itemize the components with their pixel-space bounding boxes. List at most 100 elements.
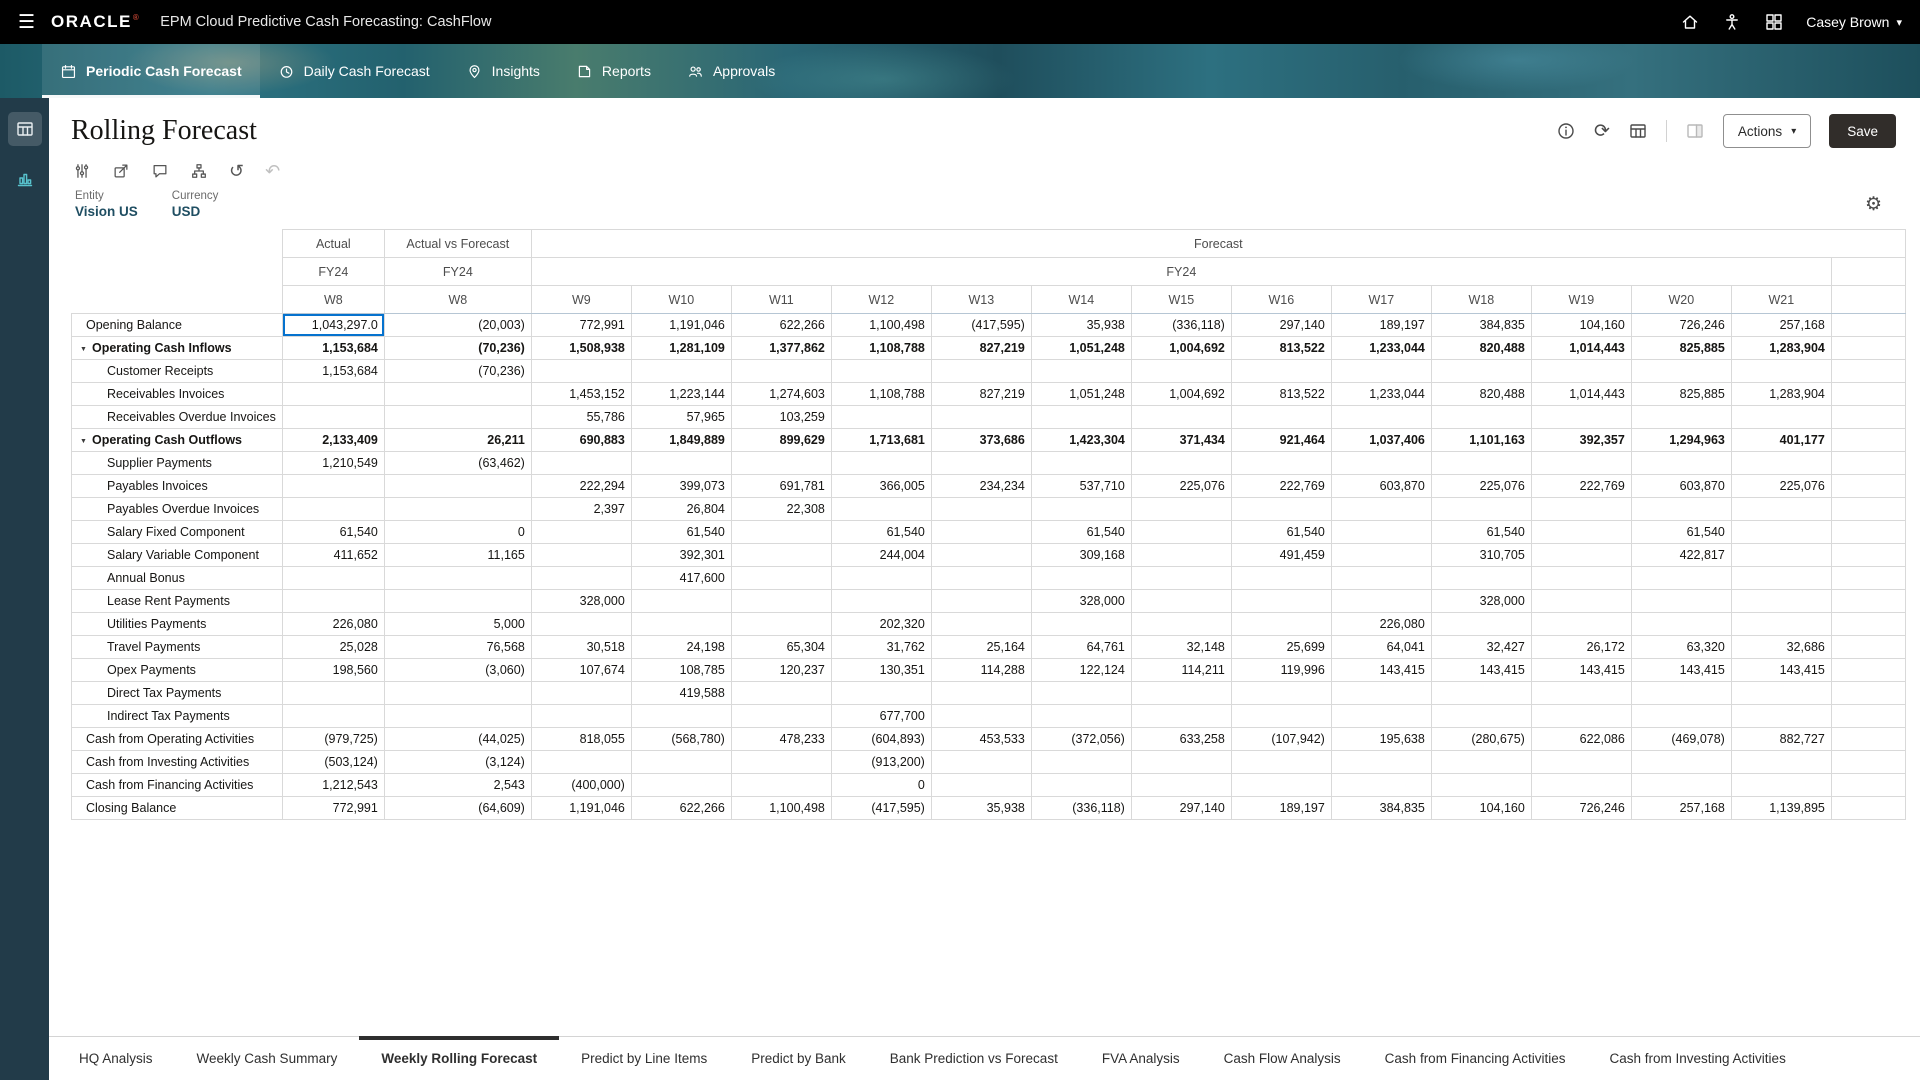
grid-cell[interactable]: 114,288 bbox=[931, 659, 1031, 682]
accessibility-icon[interactable] bbox=[1722, 12, 1742, 32]
grid-cell[interactable]: 1,212,543 bbox=[282, 774, 384, 797]
grid-cell[interactable] bbox=[1331, 705, 1431, 728]
grid-cell[interactable] bbox=[731, 613, 831, 636]
sheet-tab-weekly-rolling-forecast[interactable]: Weekly Rolling Forecast bbox=[359, 1037, 559, 1080]
sheet-tab-weekly-cash-summary[interactable]: Weekly Cash Summary bbox=[175, 1037, 360, 1080]
grid-cell[interactable]: 1,283,904 bbox=[1731, 383, 1831, 406]
grid-cell[interactable]: 104,160 bbox=[1431, 797, 1531, 820]
grid-cell[interactable]: 820,488 bbox=[1431, 383, 1531, 406]
grid-cell[interactable]: 244,004 bbox=[831, 544, 931, 567]
grid-cell[interactable]: (568,780) bbox=[631, 728, 731, 751]
sheet-tab-cash-flow-analysis[interactable]: Cash Flow Analysis bbox=[1202, 1037, 1363, 1080]
grid-cell[interactable]: 622,086 bbox=[1531, 728, 1631, 751]
grid-cell[interactable]: 1,153,684 bbox=[282, 337, 384, 360]
navigator-grid-icon[interactable] bbox=[1764, 12, 1784, 32]
grid-cell[interactable]: 76,568 bbox=[384, 636, 531, 659]
grid-cell[interactable] bbox=[1031, 406, 1131, 429]
grid-cell[interactable]: 1,274,603 bbox=[731, 383, 831, 406]
grid-cell[interactable]: 25,699 bbox=[1231, 636, 1331, 659]
grid-cell[interactable]: 392,301 bbox=[631, 544, 731, 567]
grid-cell[interactable]: 1,108,788 bbox=[831, 383, 931, 406]
grid-cell[interactable] bbox=[1731, 613, 1831, 636]
grid-cell[interactable] bbox=[1031, 613, 1131, 636]
grid-cell[interactable] bbox=[931, 544, 1031, 567]
grid-cell[interactable]: 297,140 bbox=[1231, 314, 1331, 337]
grid-cell[interactable]: 225,076 bbox=[1131, 475, 1231, 498]
grid-cell[interactable]: 11,165 bbox=[384, 544, 531, 567]
grid-cell[interactable] bbox=[931, 498, 1031, 521]
grid-cell[interactable]: 61,540 bbox=[282, 521, 384, 544]
grid-cell[interactable] bbox=[631, 452, 731, 475]
grid-cell[interactable]: 603,870 bbox=[1631, 475, 1731, 498]
grid-cell[interactable] bbox=[1831, 360, 1905, 383]
grid-cell[interactable]: 143,415 bbox=[1631, 659, 1731, 682]
grid-cell[interactable]: 1,233,044 bbox=[1331, 337, 1431, 360]
grid-cell[interactable] bbox=[931, 705, 1031, 728]
grid-cell[interactable] bbox=[1731, 567, 1831, 590]
grid-cell[interactable]: 677,700 bbox=[831, 705, 931, 728]
grid-cell[interactable] bbox=[1831, 475, 1905, 498]
collapse-icon[interactable]: ▼ bbox=[80, 346, 92, 353]
grid-cell[interactable]: 32,686 bbox=[1731, 636, 1831, 659]
grid-cell[interactable]: 401,177 bbox=[1731, 429, 1831, 452]
week-column-header[interactable]: W18 bbox=[1431, 286, 1531, 314]
grid-cell[interactable]: (372,056) bbox=[1031, 728, 1131, 751]
grid-cell[interactable] bbox=[731, 705, 831, 728]
grid-cell[interactable]: 189,197 bbox=[1331, 314, 1431, 337]
grid-cell[interactable] bbox=[1831, 567, 1905, 590]
grid-cell[interactable]: 1,283,904 bbox=[1731, 337, 1831, 360]
grid-cell[interactable]: 1,108,788 bbox=[831, 337, 931, 360]
grid-cell[interactable]: (417,595) bbox=[831, 797, 931, 820]
grid-cell[interactable] bbox=[531, 682, 631, 705]
grid-cell[interactable] bbox=[384, 705, 531, 728]
grid-cell[interactable] bbox=[731, 682, 831, 705]
grid-cell[interactable]: 1,139,895 bbox=[1731, 797, 1831, 820]
grid-cell[interactable]: 371,434 bbox=[1131, 429, 1231, 452]
forms-rail-button[interactable] bbox=[8, 112, 42, 146]
row-header[interactable]: Customer Receipts bbox=[72, 360, 283, 383]
grid-cell[interactable] bbox=[731, 544, 831, 567]
grid-cell[interactable] bbox=[931, 751, 1031, 774]
grid-cell[interactable]: 189,197 bbox=[1231, 797, 1331, 820]
grid-cell[interactable] bbox=[1431, 751, 1531, 774]
grid-cell[interactable] bbox=[931, 682, 1031, 705]
grid-settings-icon[interactable] bbox=[1628, 121, 1648, 141]
grid-cell[interactable]: 114,211 bbox=[1131, 659, 1231, 682]
grid-cell[interactable]: (336,118) bbox=[1031, 797, 1131, 820]
adjust-sliders-icon[interactable] bbox=[73, 162, 91, 180]
grid-cell[interactable]: 818,055 bbox=[531, 728, 631, 751]
grid-cell[interactable]: (604,893) bbox=[831, 728, 931, 751]
grid-cell[interactable]: 55,786 bbox=[531, 406, 631, 429]
week-column-header[interactable]: W21 bbox=[1731, 286, 1831, 314]
grid-cell[interactable] bbox=[931, 774, 1031, 797]
grid-cell[interactable] bbox=[531, 521, 631, 544]
grid-cell[interactable] bbox=[1131, 567, 1231, 590]
grid-cell[interactable]: 61,540 bbox=[631, 521, 731, 544]
grid-cell[interactable]: 622,266 bbox=[631, 797, 731, 820]
grid-cell[interactable]: 24,198 bbox=[631, 636, 731, 659]
actions-button[interactable]: Actions ▾ bbox=[1723, 114, 1811, 148]
grid-cell[interactable]: (503,124) bbox=[282, 751, 384, 774]
grid-cell[interactable] bbox=[282, 567, 384, 590]
grid-cell[interactable]: 32,427 bbox=[1431, 636, 1531, 659]
grid-cell[interactable]: 195,638 bbox=[1331, 728, 1431, 751]
grid-cell[interactable]: 478,233 bbox=[731, 728, 831, 751]
grid-cell[interactable] bbox=[1231, 613, 1331, 636]
grid-cell[interactable]: (417,595) bbox=[931, 314, 1031, 337]
grid-cell[interactable]: (280,675) bbox=[1431, 728, 1531, 751]
sheet-tab-bank-prediction-vs-forecast[interactable]: Bank Prediction vs Forecast bbox=[868, 1037, 1080, 1080]
refresh-icon[interactable]: ⟳ bbox=[1594, 122, 1610, 141]
grid-cell[interactable] bbox=[931, 452, 1031, 475]
grid-cell[interactable]: (400,000) bbox=[531, 774, 631, 797]
grid-cell[interactable] bbox=[1831, 751, 1905, 774]
pov-currency[interactable]: Currency USD bbox=[172, 190, 219, 219]
grid-cell[interactable]: 1,508,938 bbox=[531, 337, 631, 360]
grid-cell[interactable] bbox=[1131, 590, 1231, 613]
grid-cell[interactable] bbox=[1831, 728, 1905, 751]
grid-cell[interactable]: 1,051,248 bbox=[1031, 337, 1131, 360]
grid-cell[interactable]: 1,210,549 bbox=[282, 452, 384, 475]
grid-cell[interactable]: 1,014,443 bbox=[1531, 383, 1631, 406]
export-icon[interactable] bbox=[112, 162, 130, 180]
grid-cell[interactable]: 1,191,046 bbox=[631, 314, 731, 337]
grid-cell[interactable]: 5,000 bbox=[384, 613, 531, 636]
